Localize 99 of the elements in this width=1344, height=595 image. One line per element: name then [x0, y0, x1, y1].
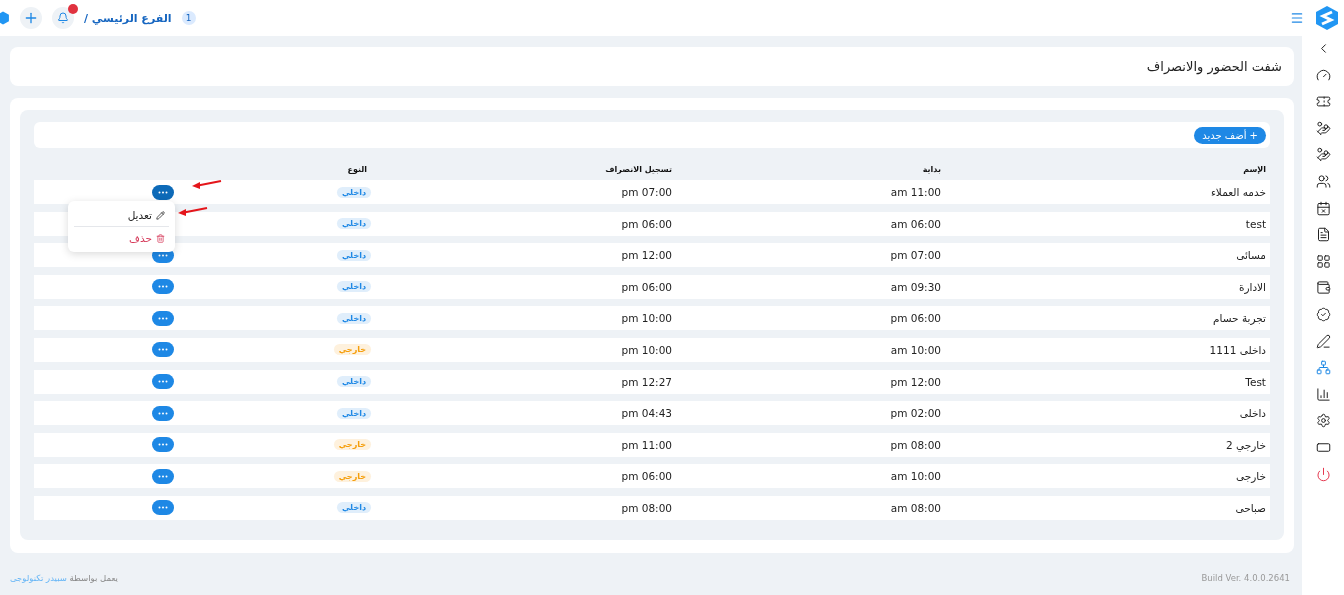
table-cell-text: 12:00 pm — [890, 375, 942, 388]
dots-icon — [158, 443, 168, 447]
dots-icon — [158, 411, 168, 415]
dots-icon — [158, 190, 168, 194]
table-cell-text: 10:00 am — [890, 343, 942, 356]
row-actions-button[interactable] — [152, 184, 174, 200]
menu-icon[interactable] — [1290, 11, 1304, 25]
wallet-icon[interactable] — [1315, 280, 1331, 296]
table-cell-text: صباحى — [1235, 501, 1267, 514]
column-header: النوع — [346, 164, 368, 174]
row-actions-button[interactable] — [152, 468, 174, 484]
hand-coins-icon[interactable] — [1315, 147, 1331, 163]
type-tag: داخلي — [337, 218, 371, 230]
dots-icon — [158, 253, 168, 257]
dots-icon — [158, 474, 168, 478]
branch-number: 1 — [181, 11, 196, 25]
table-cell-text: 12:27 pm — [621, 375, 673, 388]
row-actions-button[interactable] — [152, 437, 174, 453]
trash-icon — [156, 233, 165, 243]
table-cell-text: داخلى 1111 — [1209, 343, 1267, 356]
delete-menu-item[interactable]: حذف — [74, 227, 169, 249]
table-cell-text: مسائى — [1236, 249, 1267, 262]
table-cell-text: تجربة حسام — [1213, 312, 1267, 325]
row-actions-button[interactable] — [152, 342, 174, 358]
ticket-icon[interactable] — [1315, 94, 1331, 110]
breadcrumb[interactable]: الفرع الرئيسي / — [84, 11, 172, 25]
table-cell-text: 11:00 pm — [621, 438, 673, 451]
table-cell-text: 10:00 pm — [621, 312, 673, 325]
edit-menu-item[interactable]: تعديل — [74, 204, 169, 226]
users-icon[interactable] — [1315, 173, 1331, 189]
table-cell-text: test — [1245, 217, 1267, 230]
type-tag: خارجي — [333, 344, 371, 356]
type-tag: داخلي — [337, 376, 371, 388]
row-actions-button[interactable] — [152, 279, 174, 295]
add-button[interactable] — [20, 7, 42, 29]
pencil-icon — [156, 210, 165, 220]
build-version: Build Ver. 4.0.0.2641 — [1201, 573, 1290, 583]
table-cell-text: 06:00 pm — [621, 217, 673, 230]
dots-icon — [158, 285, 168, 289]
table-cell-text: 08:00 am — [890, 501, 942, 514]
calendar-x-icon[interactable] — [1315, 200, 1331, 216]
pointer-arrow — [192, 180, 222, 189]
power-icon[interactable] — [1315, 466, 1331, 482]
table-cell-text: خارجي 2 — [1225, 438, 1267, 451]
table-cell-text: Test — [1245, 375, 1267, 388]
table-cell-text: 09:30 am — [890, 280, 942, 293]
table-cell-text: 10:00 pm — [621, 343, 673, 356]
dots-icon — [158, 316, 168, 320]
type-tag: داخلي — [337, 186, 371, 198]
row-actions-button[interactable] — [152, 405, 174, 421]
pen-icon[interactable] — [1315, 333, 1331, 349]
document-icon[interactable] — [1315, 227, 1331, 243]
type-tag: خارجي — [333, 470, 371, 482]
plus-icon — [23, 10, 39, 26]
type-tag: داخلي — [337, 502, 371, 514]
grid-icon[interactable] — [1315, 253, 1331, 269]
table-cell-text: 11:00 am — [890, 186, 942, 198]
dots-icon — [158, 348, 168, 352]
powered-by-text: يعمل بواسطة سبيدر تكنولوجى — [10, 573, 118, 583]
table-cell-text: 06:00 am — [890, 217, 942, 230]
table-cell-text: 06:00 pm — [621, 280, 673, 293]
row-actions-button[interactable] — [152, 500, 174, 516]
bell-icon — [57, 12, 69, 24]
bar-chart-icon[interactable] — [1315, 386, 1331, 402]
settings-icon[interactable] — [1315, 413, 1331, 429]
type-tag: داخلي — [337, 281, 371, 293]
table-cell-text: 07:00 pm — [621, 186, 673, 198]
table-cell-text: 02:00 pm — [890, 407, 942, 420]
add-new-button[interactable]: + أضف جديد — [1194, 126, 1266, 144]
column-header: بداية — [921, 164, 942, 174]
table-cell-text: داخلى — [1239, 407, 1267, 420]
row-actions-button[interactable] — [152, 374, 174, 390]
row-actions-button[interactable] — [152, 310, 174, 326]
gauge-icon[interactable] — [1315, 67, 1331, 83]
table-cell-text: 07:00 pm — [890, 249, 942, 262]
type-tag: خارجي — [333, 439, 371, 451]
table-cell-text: 12:00 pm — [621, 249, 673, 262]
table-cell-text: الادارة — [1238, 280, 1267, 293]
type-tag: داخلي — [337, 312, 371, 324]
network-icon[interactable] — [1315, 360, 1331, 376]
table-cell-text: 08:00 pm — [621, 501, 673, 514]
column-header: تسجيل الانصراف — [604, 164, 673, 174]
pointer-arrow — [178, 207, 208, 216]
table-cell-text: 06:00 pm — [621, 470, 673, 483]
column-header: الإسم — [1242, 164, 1267, 174]
logo-icon — [1314, 5, 1340, 31]
table-cell-text: 06:00 pm — [890, 312, 942, 325]
table-cell-text: خدمه العملاء — [1210, 186, 1267, 198]
table-cell-text: 10:00 am — [890, 470, 942, 483]
hand-coins-icon[interactable] — [1315, 120, 1331, 136]
page-title: شفت الحضور والانصراف — [1146, 59, 1282, 74]
badge-check-icon[interactable] — [1315, 306, 1331, 322]
type-tag: داخلي — [337, 407, 371, 419]
table-cell-text: 08:00 pm — [890, 438, 942, 451]
dots-icon — [158, 506, 168, 510]
table-cell-text: خارجى — [1236, 470, 1267, 483]
table-cell-text: 04:43 pm — [621, 407, 673, 420]
dots-icon — [158, 380, 168, 384]
type-tag: داخلي — [337, 249, 371, 261]
